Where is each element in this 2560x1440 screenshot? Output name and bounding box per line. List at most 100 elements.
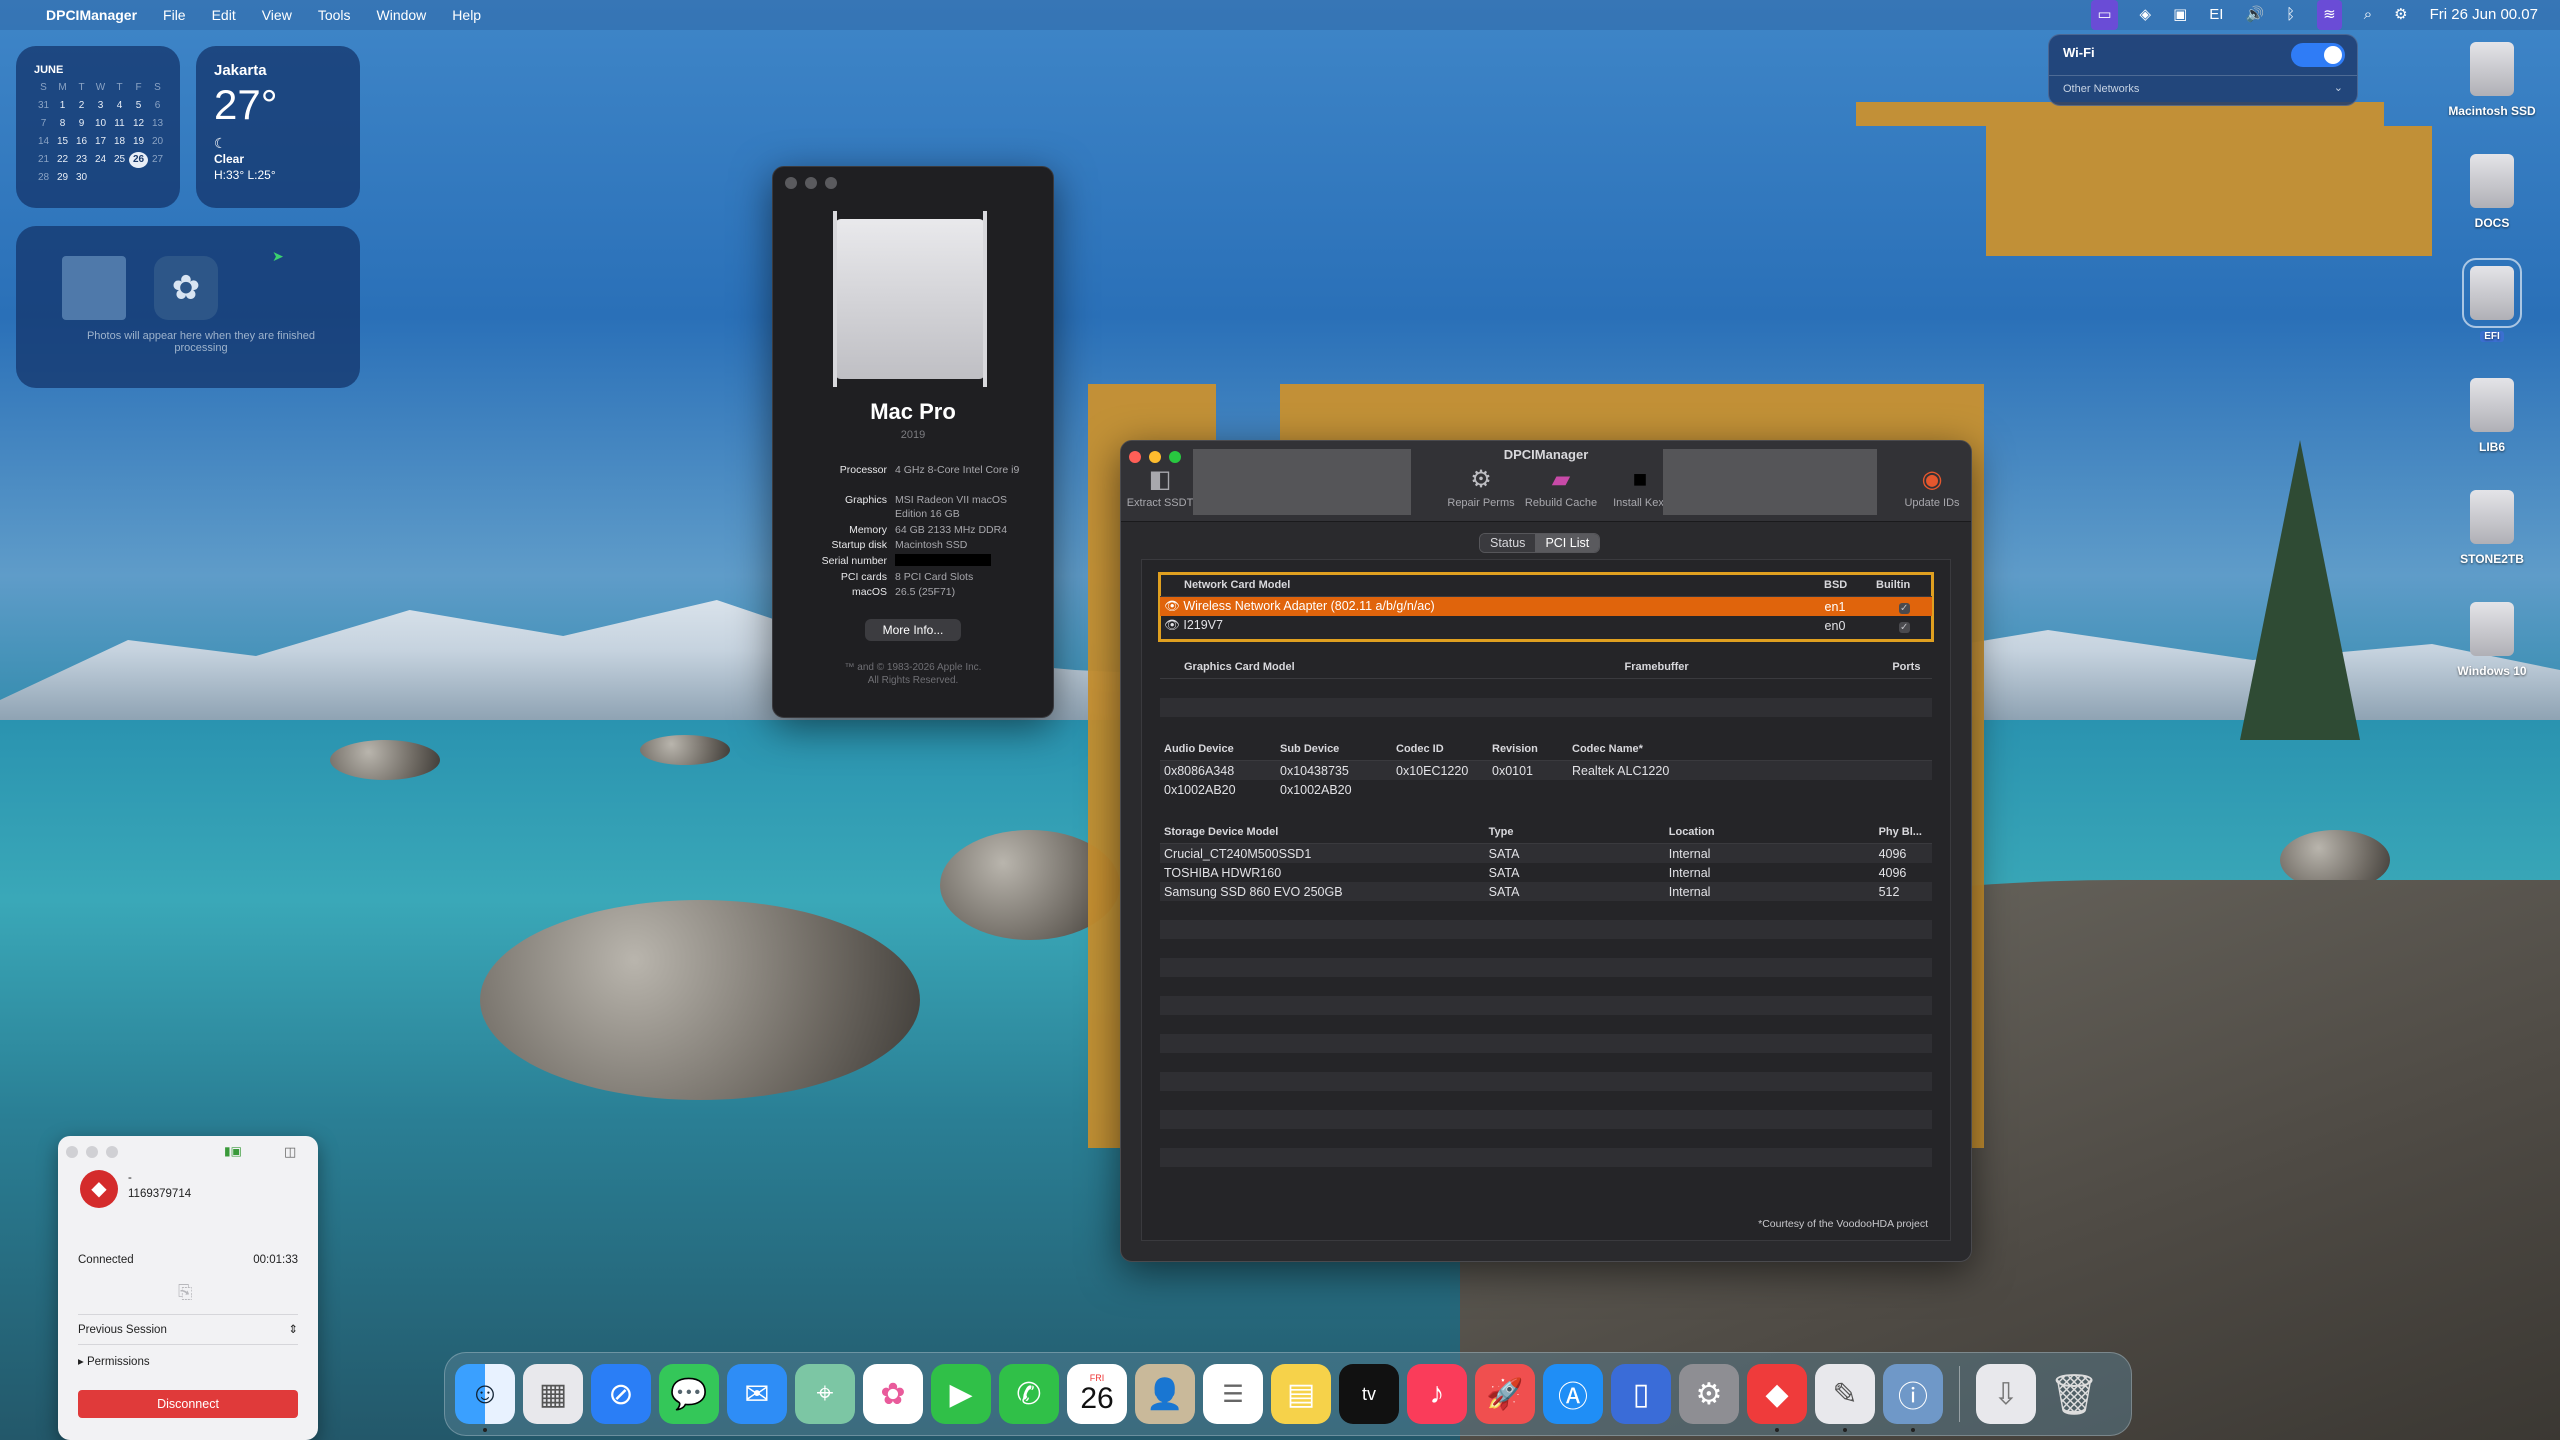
builtin-checkbox[interactable]: ✓ [1898,621,1910,633]
column-header[interactable]: Framebuffer [1620,661,1888,673]
column-header[interactable]: Phy Bl... [1875,826,1932,838]
photos-widget[interactable]: ✿ ➤ Photos will appear here when they ar… [16,226,360,388]
tab-pci-list[interactable]: PCI List [1535,534,1600,552]
downloads-stack-icon[interactable]: ⇩ [1976,1364,2036,1424]
system-information-icon[interactable]: ⓘ [1883,1364,1943,1432]
facetime-icon[interactable]: ▶ [931,1364,991,1424]
music-icon[interactable]: ♪ [1407,1364,1467,1424]
rocket-typist-icon[interactable]: 🚀 [1475,1364,1535,1424]
more-info-button[interactable]: More Info... [865,619,961,641]
photos-icon[interactable]: ✿ [863,1364,923,1424]
tab-status[interactable]: Status [1480,534,1536,552]
safari-icon[interactable]: ⊘ [591,1364,651,1424]
image-capture-icon[interactable]: ▣ [2173,0,2187,30]
mail-icon[interactable]: ✉ [727,1364,787,1424]
iphone-mirroring-icon[interactable]: ▯ [1611,1364,1671,1424]
weather-widget[interactable]: Jakarta 27° ☾ Clear H:33° L:25° [196,46,360,208]
volume-icon[interactable]: 🔊 [2245,0,2264,30]
menu-file[interactable]: File [163,7,186,23]
column-header[interactable]: Graphics Card Model [1160,661,1620,673]
menu-edit[interactable]: Edit [212,7,236,23]
desktop-drive-lib6[interactable]: LIB6 [2432,378,2552,454]
finder-icon[interactable]: ☺ [455,1364,515,1432]
anydesk-icon[interactable]: ◆ [1747,1364,1807,1432]
desktop-drive-efi[interactable]: EFI [2432,258,2552,342]
control-center-icon[interactable]: ⚙ [2394,0,2407,30]
empty-row [1160,1129,1932,1148]
menu-app-name[interactable]: DPCIManager [46,7,137,23]
column-header[interactable]: Revision [1488,743,1568,755]
disconnect-button[interactable]: Disconnect [78,1390,298,1418]
menu-window[interactable]: Window [377,7,427,23]
table-row[interactable]: Crucial_CT240M500SSD1 SATA Internal 4096 [1160,844,1932,863]
calendar-icon[interactable]: FRI 26 [1067,1364,1127,1424]
column-header[interactable]: Codec ID [1392,743,1488,755]
sidebar-toggle-icon[interactable]: ◫ [284,1144,296,1160]
desktop-drive-docs[interactable]: DOCS [2432,154,2552,230]
column-header[interactable]: Builtin [1872,579,1932,591]
zoom-button[interactable] [106,1146,118,1158]
wifi-toggle[interactable] [2291,43,2345,67]
wifi-icon[interactable]: ≋ [2317,0,2342,30]
column-header[interactable]: Network Card Model [1160,579,1820,591]
table-row[interactable]: Samsung SSD 860 EVO 250GB SATA Internal … [1160,882,1932,901]
desktop-drive-stone2tb[interactable]: STONE2TB [2432,490,2552,566]
column-header[interactable]: BSD [1820,579,1872,591]
trash-icon[interactable]: 🗑 [2044,1364,2104,1424]
screen-share-icon[interactable]: ▭ [2091,0,2118,30]
messages-icon[interactable]: 💬 [659,1364,719,1424]
launchpad-icon[interactable]: ▦ [523,1364,583,1424]
menu-tools[interactable]: Tools [318,7,351,23]
other-networks-label[interactable]: Other Networks [2063,83,2139,95]
eye-icon[interactable]: 👁 [1164,599,1183,613]
file-transfer-icon[interactable]: ⎘ [178,1282,192,1303]
column-header[interactable]: Location [1665,826,1875,838]
minimize-button[interactable] [86,1146,98,1158]
desktop-drive-windows-10[interactable]: Windows 10 [2432,602,2552,678]
chevron-updown-icon[interactable]: ⇕ [288,1322,298,1336]
maps-icon[interactable]: ⌖ [795,1364,855,1424]
close-button[interactable] [785,177,797,189]
spotlight-icon[interactable]: ⌕ [2364,0,2372,30]
update-ids-tool[interactable]: ◉ Update IDs [1897,467,1967,510]
apple-tv-icon[interactable]: tv [1339,1364,1399,1424]
textedit-icon[interactable]: ✎ [1815,1364,1875,1432]
column-header[interactable]: Type [1485,826,1665,838]
chevron-down-icon[interactable]: ⌄ [2334,81,2343,94]
reminders-icon[interactable]: ☰ [1203,1364,1263,1424]
eye-icon[interactable]: 👁 [1164,618,1183,632]
zoom-button[interactable] [825,177,837,189]
phone-icon[interactable]: ✆ [999,1364,1059,1424]
column-header[interactable]: Audio Device [1160,743,1276,755]
calendar-widget[interactable]: JUNE S M T W T F S 31 1 2 3 4 5 6 7 8 9 … [16,46,180,208]
menu-view[interactable]: View [262,7,292,23]
permissions-disclosure[interactable]: ▸ Permissions [78,1354,150,1368]
table-row[interactable]: TOSHIBA HDWR160 SATA Internal 4096 [1160,863,1932,882]
extract-ssdt-tool[interactable]: ◧ Extract SSDT [1125,467,1195,510]
column-header[interactable]: Storage Device Model [1160,826,1485,838]
table-row[interactable]: 👁 I219V7 en0 ✓ [1160,616,1932,635]
input-source-indicator[interactable]: EI [2209,0,2223,30]
desktop-drive-macintosh-ssd[interactable]: Macintosh SSD [2432,42,2552,118]
contacts-icon[interactable]: 👤 [1135,1364,1195,1424]
table-row[interactable]: 0x8086A348 0x10438735 0x10EC1220 0x0101 … [1160,761,1932,780]
app-store-icon[interactable]: Ⓐ [1543,1364,1603,1424]
bluetooth-icon[interactable]: ᛒ [2286,0,2295,30]
close-button[interactable] [66,1146,78,1158]
table-row[interactable]: 👁 Wireless Network Adapter (802.11 a/b/g… [1160,597,1932,616]
minimize-button[interactable] [805,177,817,189]
column-header[interactable]: Sub Device [1276,743,1392,755]
column-header[interactable]: Ports [1888,661,1932,673]
rebuild-cache-tool[interactable]: ▰ Rebuild Cache [1519,467,1603,510]
menu-clock[interactable]: Fri 26 Jun 00.07 [2430,0,2538,30]
calendar-day: 13 [151,118,164,129]
repair-perms-tool[interactable]: ⚙ Repair Perms [1441,467,1521,510]
system-settings-icon[interactable]: ⚙ [1679,1364,1739,1424]
menu-help[interactable]: Help [452,7,481,23]
table-row[interactable]: 0x1002AB20 0x1002AB20 [1160,780,1932,799]
column-header[interactable]: Codec Name* [1568,743,1772,755]
session-select[interactable]: Previous Session [78,1324,167,1336]
builtin-checkbox[interactable]: ✓ [1898,602,1910,614]
dropbox-icon[interactable]: ◈ [2140,0,2152,30]
notes-icon[interactable]: ▤ [1271,1364,1331,1424]
